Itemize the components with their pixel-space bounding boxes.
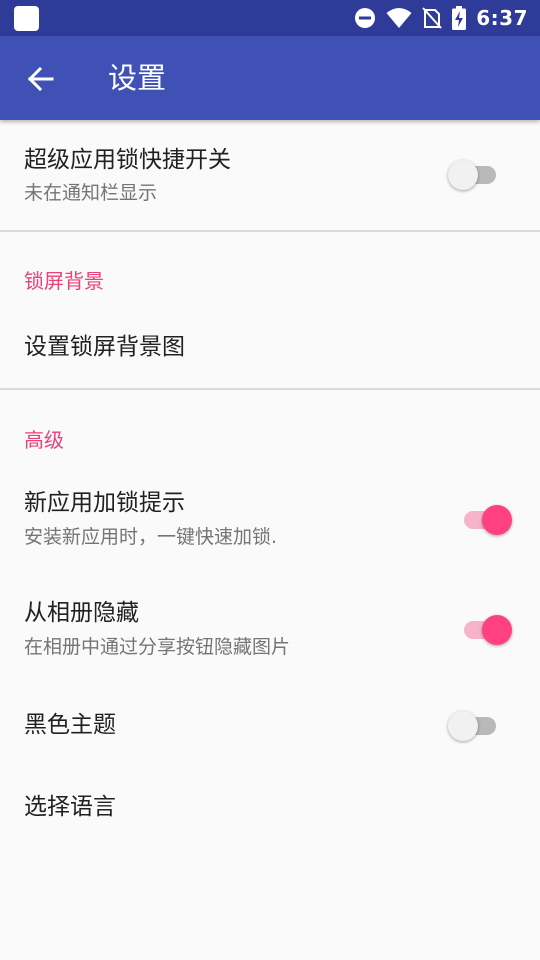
- app-bar: 设置: [0, 36, 540, 120]
- setting-subtitle: 未在通知栏显示: [24, 182, 158, 204]
- do-not-disturb-icon: [355, 8, 376, 28]
- page-title: 设置: [108, 61, 167, 95]
- setting-title: 设置锁屏背景图: [24, 334, 185, 360]
- divider: [0, 230, 540, 232]
- setting-new-app-lock[interactable]: 新应用加锁提示 安装新应用时，一键快速加锁.: [0, 470, 540, 580]
- setting-title: 从相册隐藏: [24, 600, 139, 626]
- setting-subtitle: 在相册中通过分享按钮隐藏图片: [24, 636, 291, 658]
- app-notification-icon: [14, 6, 39, 31]
- status-time: 6:37: [476, 6, 528, 30]
- setting-subtitle: 安装新应用时，一键快速加锁.: [24, 526, 278, 548]
- setting-title: 新应用加锁提示: [24, 490, 185, 516]
- new-app-lock-switch[interactable]: [456, 501, 512, 537]
- arrow-back-icon: [28, 66, 54, 92]
- setting-super-lock[interactable]: 超级应用锁快捷开关 未在通知栏显示: [0, 120, 540, 230]
- setting-title: 超级应用锁快捷开关: [24, 147, 231, 173]
- setting-lock-background[interactable]: 设置锁屏背景图: [0, 310, 540, 386]
- status-icons: 6:37: [354, 0, 528, 36]
- hide-from-album-switch[interactable]: [456, 611, 512, 647]
- setting-dark-theme[interactable]: 黑色主题: [0, 690, 540, 770]
- super-lock-switch[interactable]: [448, 156, 504, 192]
- setting-hide-from-album[interactable]: 从相册隐藏 在相册中通过分享按钮隐藏图片: [0, 580, 540, 690]
- back-button[interactable]: [18, 56, 64, 102]
- setting-title: 选择语言: [24, 794, 116, 820]
- section-header-advanced: 高级: [24, 428, 64, 452]
- divider: [0, 388, 540, 390]
- dark-theme-switch[interactable]: [448, 707, 504, 743]
- setting-title: 黑色主题: [24, 712, 116, 738]
- no-sim-icon: [422, 7, 442, 29]
- section-header-lock-background: 锁屏背景: [24, 269, 104, 293]
- battery-charging-icon: [452, 6, 467, 30]
- wifi-icon: [386, 8, 412, 28]
- status-bar: 6:37: [0, 0, 540, 36]
- setting-language[interactable]: 选择语言: [0, 770, 540, 850]
